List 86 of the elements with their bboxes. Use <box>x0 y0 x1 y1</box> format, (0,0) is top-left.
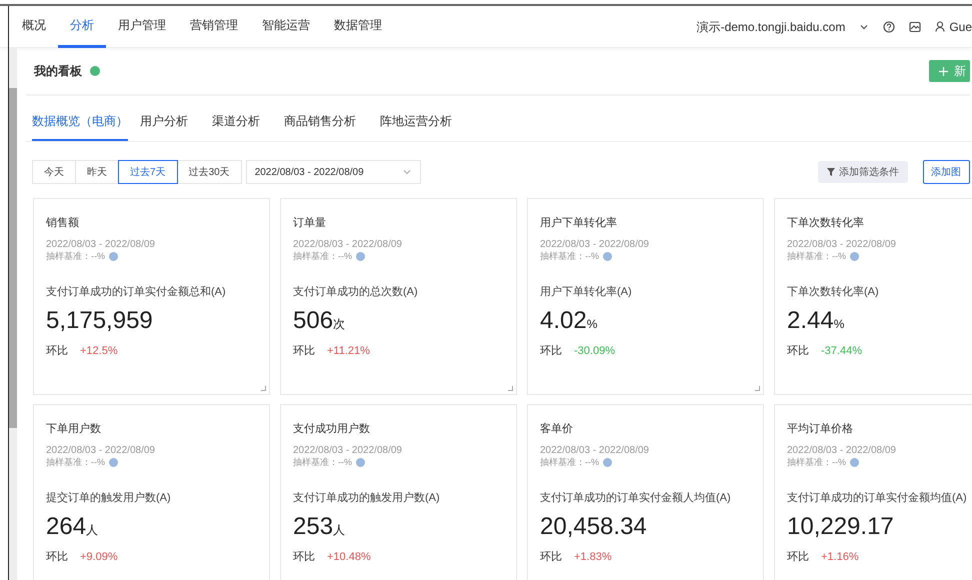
card-title: 用户下单转化率 <box>540 216 618 231</box>
metric-name: 支付订单成功的订单实付金额人均值(A) <box>540 490 732 506</box>
sampling-label: 抽样基准：--% <box>46 250 105 262</box>
card-title: 支付成功用户数 <box>293 422 371 437</box>
sampling-label: 抽样基准：--% <box>787 250 846 262</box>
nav-tab[interactable]: 智能运营 <box>250 6 322 48</box>
nav-tab[interactable]: 数据管理 <box>322 6 394 48</box>
sampling-label: 抽样基准：--% <box>540 250 599 262</box>
user-icon <box>935 21 946 32</box>
change-label: 环比 <box>540 344 562 360</box>
change-value: -30.09% <box>574 344 615 360</box>
nav-tab[interactable]: 用户管理 <box>106 6 178 48</box>
date-preset-button[interactable]: 过去7天 <box>118 160 178 184</box>
metric-value: 2.44% <box>787 306 846 336</box>
card-title: 销售额 <box>46 216 80 231</box>
metric-name: 下单次数转化率(A) <box>787 284 880 300</box>
date-preset-button[interactable]: 过去30天 <box>176 160 242 184</box>
metric-name: 支付订单成功的订单实付金额总和(A) <box>46 284 227 300</box>
nav-tab[interactable]: 分析 <box>58 6 106 48</box>
change-label: 环比 <box>787 550 809 566</box>
change-label: 环比 <box>540 550 562 566</box>
change-value: +1.83% <box>574 550 612 566</box>
metric-name: 支付订单成功的触发用户数(A) <box>293 490 441 506</box>
date-range-picker[interactable]: 2022/08/03 - 2022/08/09 <box>246 160 421 184</box>
change-label: 环比 <box>293 550 315 566</box>
metric-name: 支付订单成功的总次数(A) <box>293 285 419 300</box>
metric-value: 4.02% <box>540 306 598 336</box>
date-range: 2022/08/03 - 2022/08/09 <box>540 444 650 456</box>
metric-value: 10,229.17 <box>787 512 895 542</box>
sampling-label: 抽样基准：--% <box>46 456 105 468</box>
date-range: 2022/08/03 - 2022/08/09 <box>787 444 897 456</box>
dashboard-tab[interactable]: 阵地运营分析 <box>380 104 464 141</box>
sampling-label: 抽样基准：--% <box>293 250 352 262</box>
resize-handle-icon[interactable] <box>755 386 760 391</box>
change-value: +10.48% <box>327 550 371 566</box>
date-range: 2022/08/03 - 2022/08/09 <box>293 238 403 250</box>
metric-name: 用户下单转化率(A) <box>540 284 633 300</box>
sampling-label: 抽样基准：--% <box>787 456 846 468</box>
metric-value: 5,175,959 <box>46 306 154 336</box>
dashboard-tab[interactable]: 商品销售分析 <box>284 104 368 141</box>
chevron-down-icon <box>402 167 412 177</box>
card-title: 订单量 <box>293 216 327 231</box>
image-icon <box>909 20 922 32</box>
date-preset-button[interactable]: 昨天 <box>75 160 119 184</box>
date-range: 2022/08/03 - 2022/08/09 <box>787 238 897 250</box>
filter-icon <box>827 168 835 176</box>
card-title: 下单次数转化率 <box>787 216 865 231</box>
board-title: 我的看板 <box>34 63 82 80</box>
dashboard-tab[interactable]: 渠道分析 <box>212 104 272 141</box>
site-name[interactable]: 演示-demo.tongji.baidu.com <box>696 18 846 36</box>
change-value: +12.5% <box>80 344 118 360</box>
resize-handle-icon[interactable] <box>508 386 513 391</box>
resize-handle-icon[interactable] <box>261 386 266 391</box>
change-value: +1.16% <box>821 550 859 566</box>
date-range: 2022/08/03 - 2022/08/09 <box>46 238 156 250</box>
dashboard-tab[interactable]: 用户分析 <box>140 104 200 141</box>
nav-tab[interactable]: 营销管理 <box>178 6 250 48</box>
metric-value: 506次 <box>293 306 346 336</box>
metric-name: 提交订单的触发用户数(A) <box>46 490 172 506</box>
date-range: 2022/08/03 - 2022/08/09 <box>293 444 403 456</box>
date-range: 2022/08/03 - 2022/08/09 <box>46 444 156 456</box>
change-value: +9.09% <box>80 550 118 566</box>
metric-name: 支付订单成功的订单实付金额均值(A) <box>787 490 968 506</box>
change-label: 环比 <box>46 344 68 360</box>
sampling-label: 抽样基准：--% <box>293 456 352 468</box>
card-title: 客单价 <box>540 422 574 437</box>
card-title: 下单用户数 <box>46 422 102 437</box>
add-chart-button[interactable]: 添加图 <box>923 160 970 184</box>
dashboard-tab[interactable]: 数据概览（电商） <box>32 104 128 141</box>
date-preset-button[interactable]: 今天 <box>32 160 76 184</box>
sampling-label: 抽样基准：--% <box>540 456 599 468</box>
change-label: 环比 <box>46 550 68 566</box>
plus-icon <box>939 66 948 76</box>
nav-tab[interactable]: 概况 <box>10 6 58 48</box>
change-value: -37.44% <box>821 344 862 360</box>
change-label: 环比 <box>293 344 315 360</box>
card-title: 平均订单价格 <box>787 422 854 437</box>
metric-value: 253人 <box>293 512 346 542</box>
scrollbar[interactable] <box>9 88 17 428</box>
date-range: 2022/08/03 - 2022/08/09 <box>540 238 650 250</box>
change-value: +11.21% <box>327 344 370 360</box>
filter-button[interactable]: 添加筛选条件 <box>818 161 908 183</box>
metric-value: 264人 <box>46 512 100 542</box>
user-name[interactable]: Gue <box>949 18 972 36</box>
metric-value: 20,458.34 <box>540 512 648 542</box>
change-label: 环比 <box>787 344 809 360</box>
